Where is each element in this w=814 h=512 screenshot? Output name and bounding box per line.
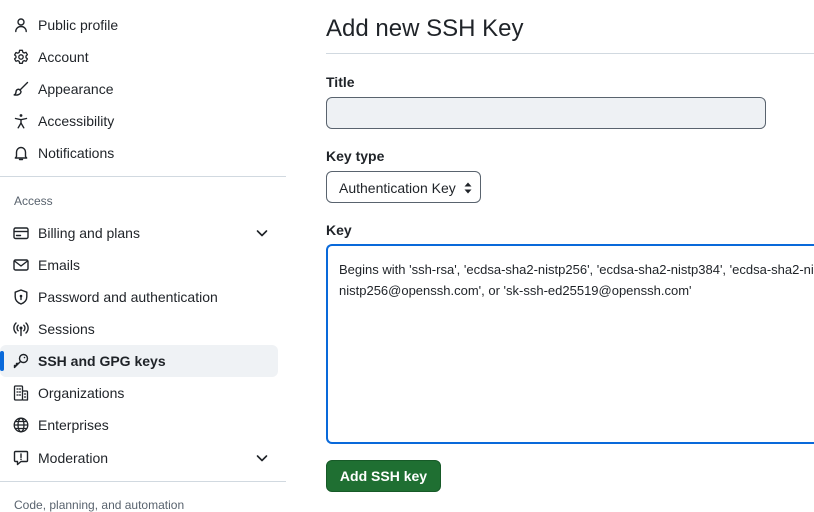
sidebar-item-enterprises[interactable]: Enterprises [0, 409, 278, 441]
sidebar-item-public-profile[interactable]: Public profile [0, 9, 278, 41]
accessibility-icon [13, 113, 29, 129]
broadcast-icon [13, 321, 29, 337]
sidebar-item-label: Moderation [38, 450, 109, 466]
organization-icon [13, 385, 29, 401]
key-placeholder-line: nistp256@openssh.com', or 'sk-ssh-ed2551… [339, 283, 692, 298]
key-placeholder: Begins with 'ssh-rsa', 'ecdsa-sha2-nistp… [339, 259, 814, 301]
sidebar-item-emails[interactable]: Emails [0, 249, 278, 281]
credit-card-icon [13, 225, 29, 241]
key-type-selected-value: Authentication Key [339, 180, 456, 196]
sidebar-item-label: Emails [38, 257, 81, 273]
person-icon [13, 17, 29, 33]
sidebar-item-label: Appearance [38, 81, 114, 97]
sidebar-divider [0, 176, 286, 177]
key-type-label: Key type [326, 148, 385, 164]
chevron-down-icon[interactable] [254, 450, 270, 466]
sidebar-group-heading-code: Code, planning, and automation [14, 498, 185, 512]
sidebar-item-accessibility[interactable]: Accessibility [0, 105, 278, 137]
sidebar-item-organizations[interactable]: Organizations [0, 377, 278, 409]
key-icon [13, 353, 29, 369]
sidebar-item-ssh-gpg-keys[interactable]: SSH and GPG keys [0, 345, 278, 377]
page-title: Add new SSH Key [326, 15, 524, 42]
sidebar-item-sessions[interactable]: Sessions [0, 313, 278, 345]
sidebar-item-password-authentication[interactable]: Password and authentication [0, 281, 278, 313]
settings-sidebar: Public profile Account Appearance Access… [0, 0, 286, 512]
select-arrows-icon [463, 181, 473, 195]
sidebar-item-label: Accessibility [38, 113, 115, 129]
sidebar-item-label: Notifications [38, 145, 115, 161]
title-divider [326, 53, 814, 54]
title-input[interactable] [326, 97, 766, 129]
key-type-select[interactable]: Authentication Key [326, 171, 481, 203]
sidebar-item-label: Sessions [38, 321, 95, 337]
sidebar-item-label: SSH and GPG keys [38, 353, 166, 369]
title-field-label: Title [326, 74, 355, 90]
bell-icon [13, 145, 29, 161]
key-textarea[interactable]: Begins with 'ssh-rsa', 'ecdsa-sha2-nistp… [326, 244, 814, 444]
paintbrush-icon [13, 81, 29, 97]
gear-icon [13, 49, 29, 65]
sidebar-item-label: Public profile [38, 17, 119, 33]
sidebar-item-notifications[interactable]: Notifications [0, 137, 278, 169]
sidebar-item-account[interactable]: Account [0, 41, 278, 73]
shield-lock-icon [13, 289, 29, 305]
globe-icon [13, 417, 29, 433]
active-indicator [0, 351, 4, 371]
add-ssh-key-button[interactable]: Add SSH key [326, 460, 441, 492]
report-icon [13, 450, 29, 466]
sidebar-item-label: Enterprises [38, 417, 109, 433]
key-placeholder-line: Begins with 'ssh-rsa', 'ecdsa-sha2-nistp… [339, 262, 814, 277]
ssh-key-form: Add new SSH Key Title Key type Authentic… [326, 0, 814, 508]
sidebar-item-label: Password and authentication [38, 289, 218, 305]
mail-icon [13, 257, 29, 273]
sidebar-item-label: Organizations [38, 385, 125, 401]
sidebar-item-label: Billing and plans [38, 225, 140, 241]
sidebar-group-heading-access: Access [14, 194, 53, 208]
key-field-label: Key [326, 222, 352, 238]
sidebar-item-billing[interactable]: Billing and plans [0, 217, 278, 249]
chevron-down-icon[interactable] [254, 225, 270, 241]
sidebar-item-label: Account [38, 49, 89, 65]
sidebar-item-moderation[interactable]: Moderation [0, 442, 278, 474]
sidebar-divider [0, 481, 286, 482]
sidebar-item-appearance[interactable]: Appearance [0, 73, 278, 105]
